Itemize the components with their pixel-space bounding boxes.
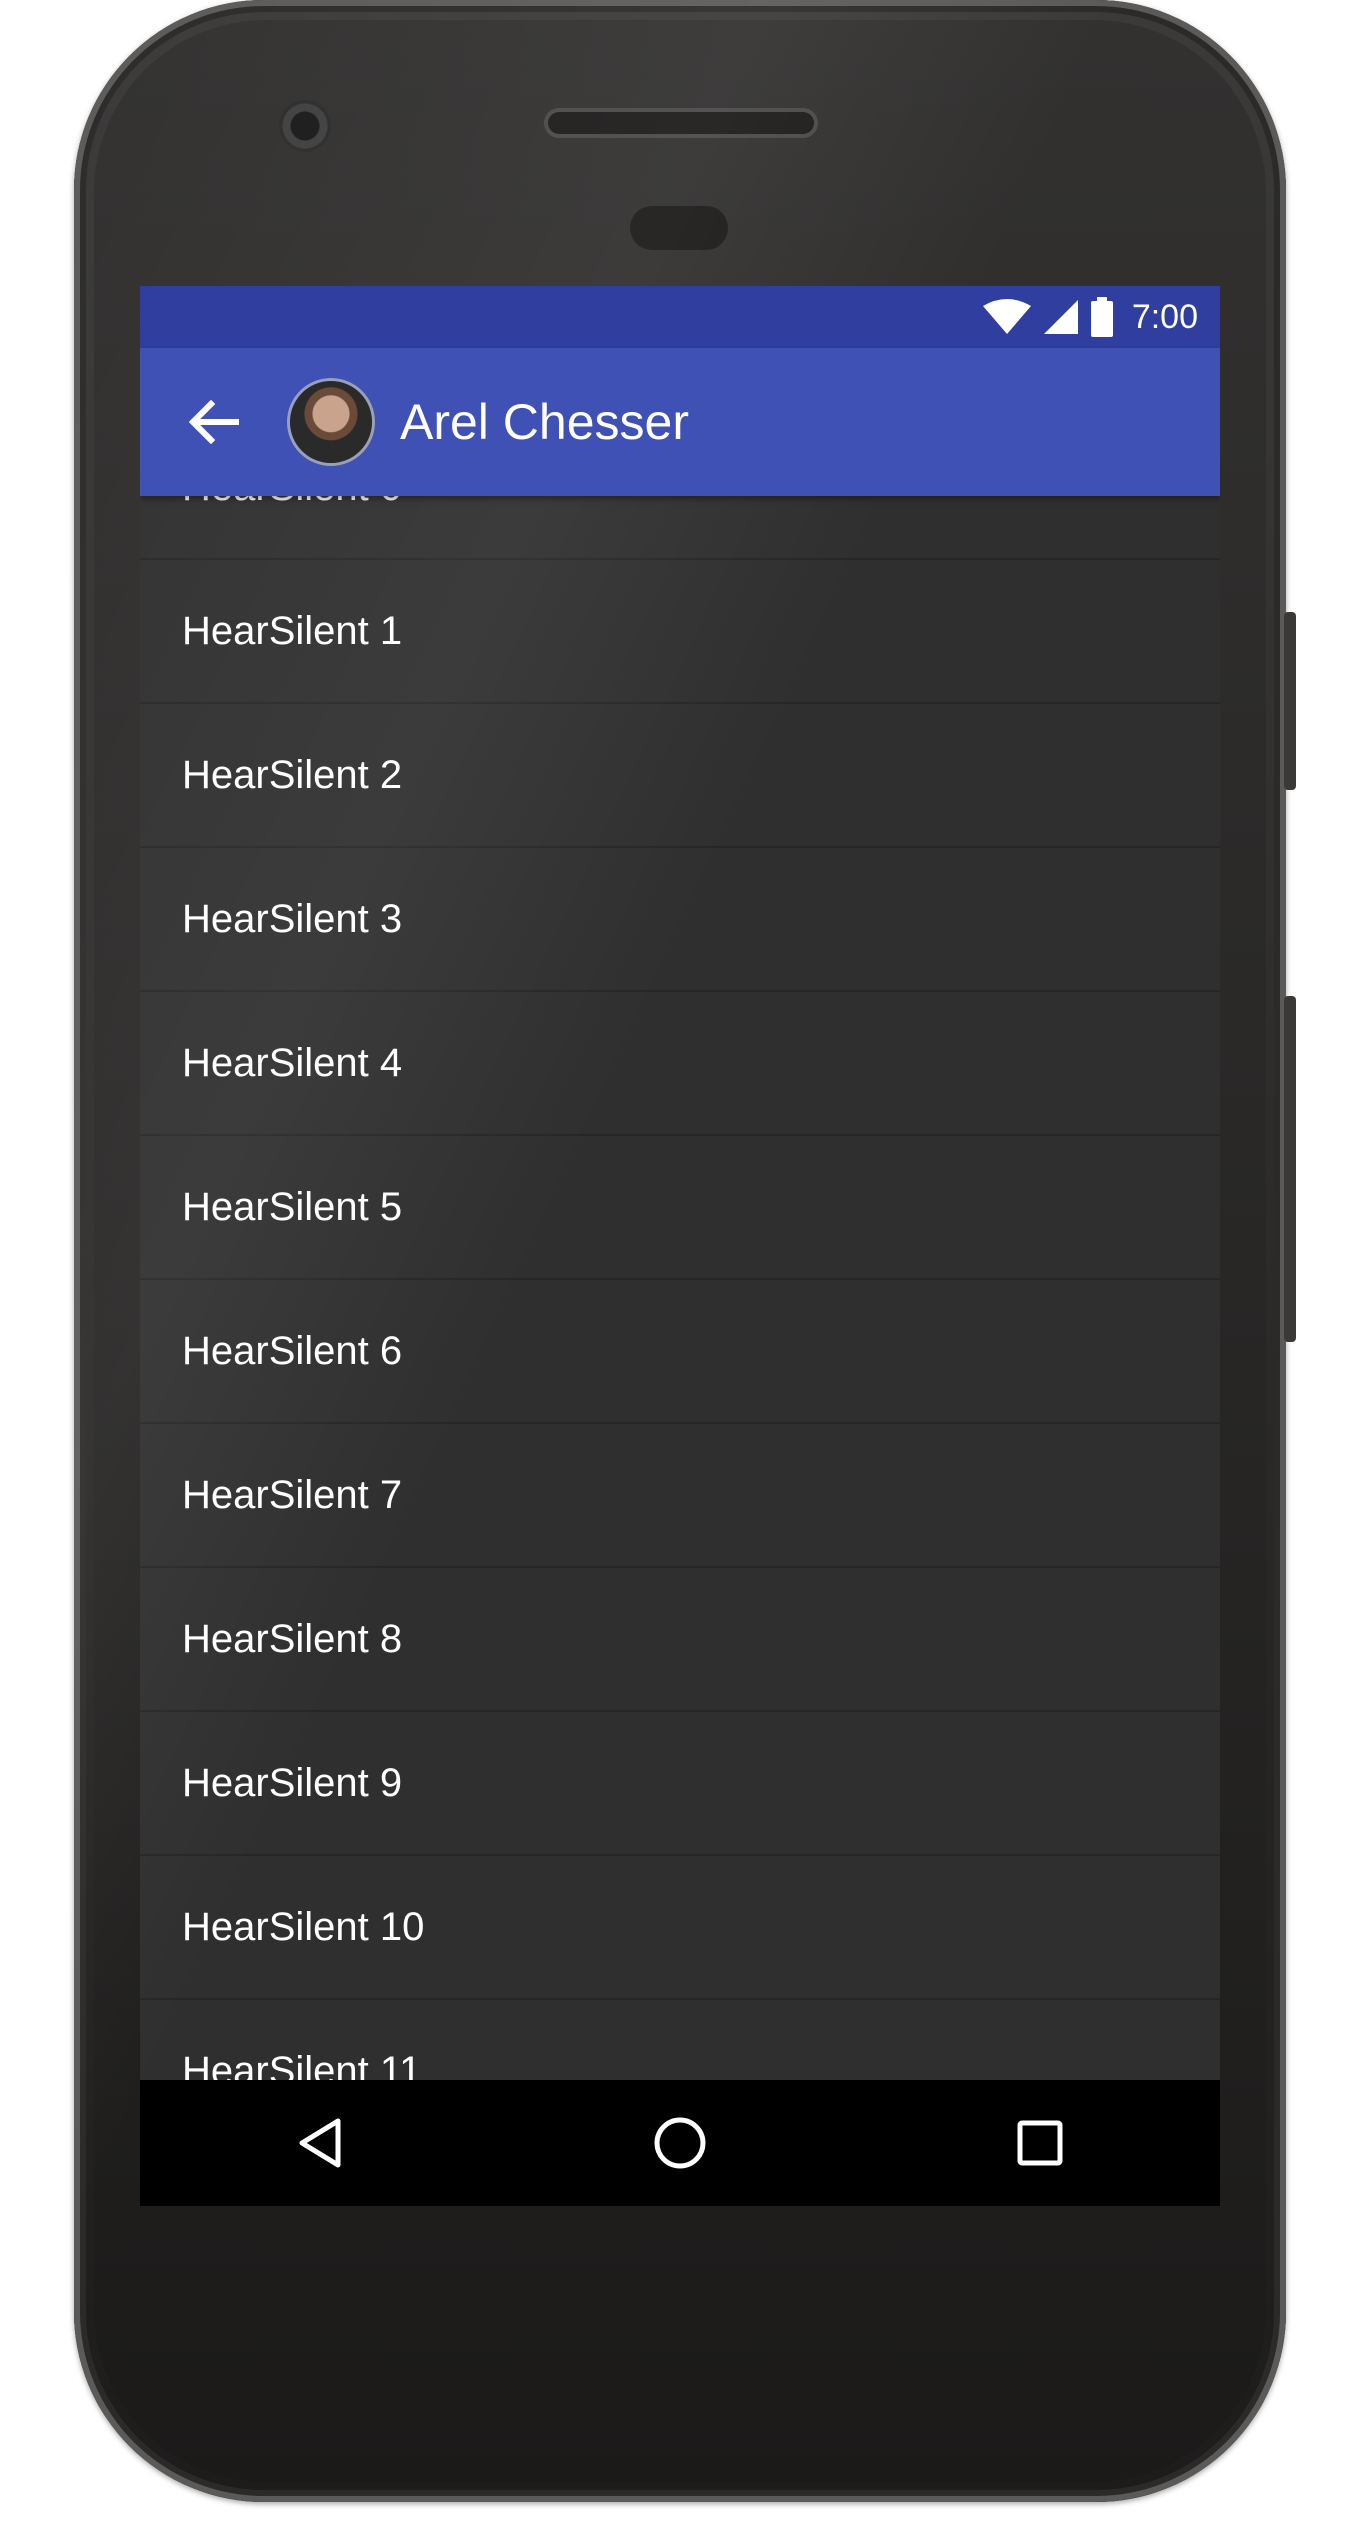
list-item[interactable]: HearSilent 7	[140, 1424, 1220, 1568]
list-item-label: HearSilent 3	[182, 896, 403, 941]
back-arrow-icon	[189, 400, 239, 444]
list-item[interactable]: HearSilent 10	[140, 1856, 1220, 2000]
home-nav-icon	[654, 2117, 706, 2169]
earpiece-speaker	[548, 112, 814, 134]
list-item[interactable]: HearSilent 6	[140, 1280, 1220, 1424]
nav-recents-button[interactable]	[990, 2093, 1090, 2193]
list-item-label: HearSilent 10	[182, 1904, 425, 1949]
list-item[interactable]: HearSilent 2	[140, 704, 1220, 848]
avatar[interactable]	[290, 381, 372, 463]
list-item-label: HearSilent 8	[182, 1616, 403, 1661]
list-item-label: HearSilent 9	[182, 1760, 403, 1805]
front-camera	[279, 100, 331, 152]
list-item-label: HearSilent 7	[182, 1472, 403, 1517]
list-item-label: HearSilent 1	[182, 608, 403, 653]
screen: 7:00 Arel Chesser HearSilent 0 HearSilen…	[140, 286, 1220, 2206]
nav-home-button[interactable]	[630, 2093, 730, 2193]
list-item[interactable]: HearSilent 4	[140, 992, 1220, 1136]
list-item-label: HearSilent 5	[182, 1184, 403, 1229]
list-item-label: HearSilent 4	[182, 1040, 403, 1085]
back-nav-icon	[299, 2118, 341, 2168]
signal-icon	[1042, 298, 1080, 336]
list-item[interactable]: HearSilent 1	[140, 560, 1220, 704]
back-button[interactable]	[178, 386, 250, 458]
volume-button	[1284, 996, 1296, 1342]
list-item-label: HearSilent 6	[182, 1328, 403, 1373]
battery-icon	[1090, 297, 1114, 337]
list-item[interactable]: HearSilent 9	[140, 1712, 1220, 1856]
wifi-icon	[982, 298, 1032, 336]
list-item[interactable]: HearSilent 3	[140, 848, 1220, 992]
nav-back-button[interactable]	[270, 2093, 370, 2193]
list-item-label: HearSilent 2	[182, 752, 403, 797]
proximity-sensor	[630, 206, 728, 250]
status-bar: 7:00	[140, 286, 1220, 348]
page-title: Arel Chesser	[400, 394, 689, 450]
recents-nav-icon	[1017, 2120, 1063, 2166]
navigation-bar	[140, 2080, 1220, 2206]
power-button	[1284, 612, 1296, 790]
app-bar: Arel Chesser	[140, 348, 1220, 496]
status-time: 7:00	[1131, 297, 1198, 336]
list-item[interactable]: HearSilent 5	[140, 1136, 1220, 1280]
item-list: HearSilent 0 HearSilent 1 HearSilent 2 H…	[140, 416, 1220, 2144]
list-item[interactable]: HearSilent 8	[140, 1568, 1220, 1712]
